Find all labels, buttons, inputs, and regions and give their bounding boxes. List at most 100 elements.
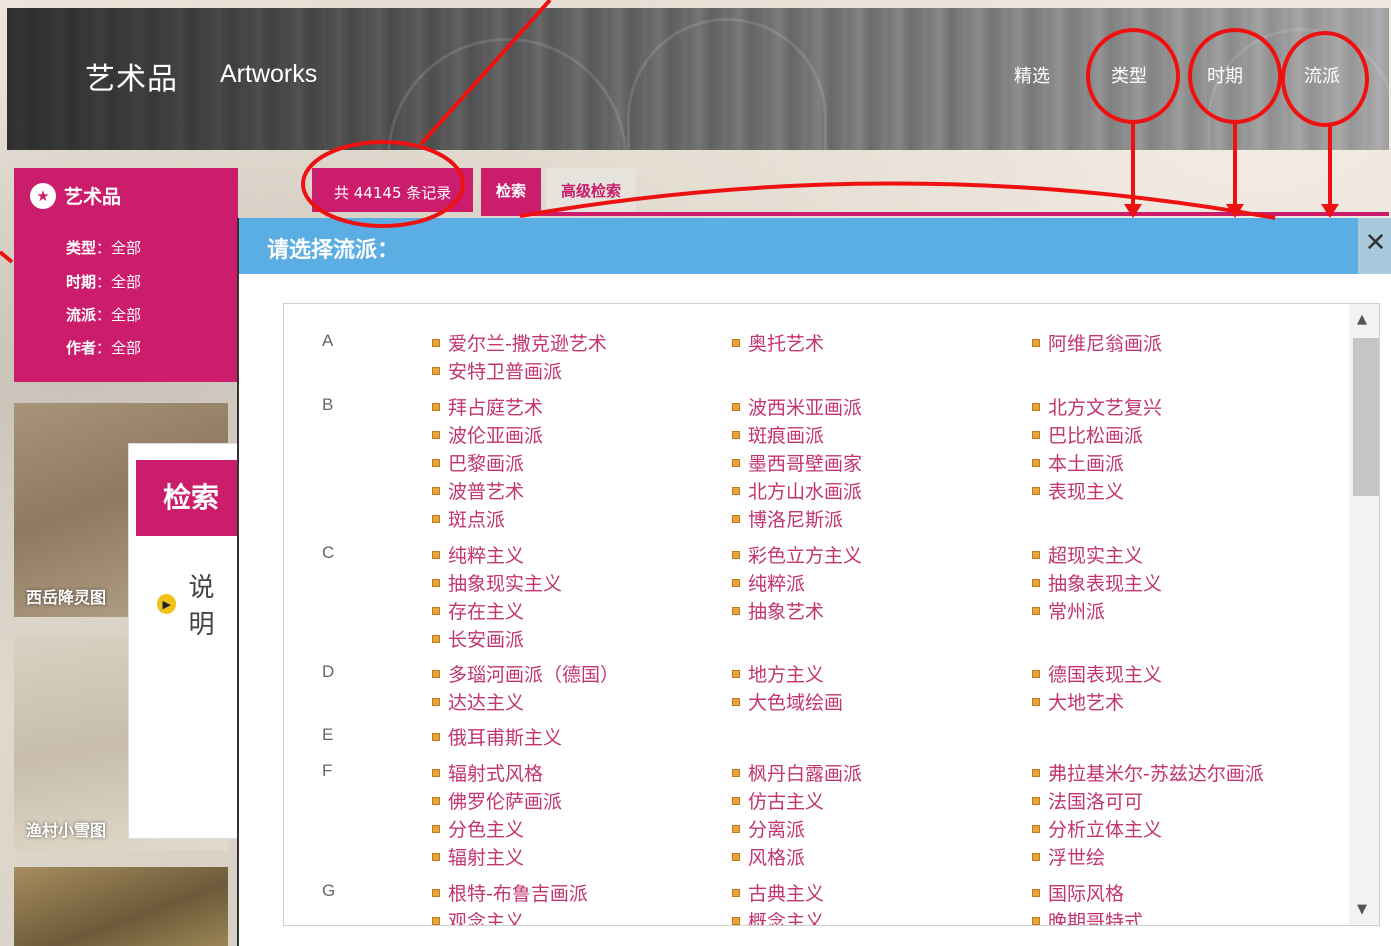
school-option[interactable]: 大色域绘画	[732, 688, 843, 715]
school-option[interactable]: 辐射主义	[432, 843, 524, 870]
school-option[interactable]: 波西米亚画派	[732, 393, 862, 420]
filter-label: 类型	[66, 239, 97, 257]
school-option[interactable]: 仿古主义	[732, 787, 824, 814]
group-letter: D	[322, 662, 335, 681]
school-option[interactable]: 晚期哥特式	[1032, 907, 1143, 925]
school-option[interactable]: 地方主义	[732, 660, 824, 687]
thumbnail-caption: 渔村小雪图	[26, 821, 107, 840]
school-option[interactable]: 观念主义	[432, 907, 524, 925]
nav-featured[interactable]: 精选	[1014, 62, 1050, 88]
filter-sidebar: ★ 艺术品 类型：全部 时期：全部 流派：全部 作者：全部	[14, 168, 238, 382]
school-option[interactable]: 斑点派	[432, 505, 505, 532]
filter-author[interactable]: 作者：全部	[66, 337, 141, 358]
filter-type[interactable]: 类型：全部	[66, 237, 141, 258]
scroll-thumb[interactable]	[1353, 338, 1379, 496]
school-option[interactable]: 抽象表现主义	[1032, 569, 1162, 596]
school-option[interactable]: 达达主义	[432, 688, 524, 715]
nav-type[interactable]: 类型	[1111, 62, 1147, 88]
school-option[interactable]: 表现主义	[1032, 477, 1124, 504]
school-option[interactable]: 巴比松画派	[1032, 421, 1143, 448]
scroll-down-icon[interactable]: ▼	[1357, 902, 1367, 917]
filter-value: 全部	[111, 339, 142, 357]
group-letter: A	[322, 331, 334, 350]
site-header: 艺术品 Artworks 精选 类型 时期 流派	[7, 8, 1389, 150]
record-count: 共 44145 条记录	[312, 168, 474, 212]
school-option[interactable]: 波伦亚画派	[432, 421, 543, 448]
school-option[interactable]: 辐射式风格	[432, 759, 543, 786]
school-option[interactable]: 本土画派	[1032, 449, 1124, 476]
search-panel-desc: ▶ 说明	[157, 567, 239, 641]
school-option[interactable]: 古典主义	[732, 879, 824, 906]
school-option[interactable]: 枫丹白露画派	[732, 759, 862, 786]
school-option[interactable]: 墨西哥壁画家	[732, 449, 862, 476]
tab-advanced-search[interactable]: 高级检索	[546, 168, 637, 214]
site-title-en: Artworks	[220, 60, 318, 88]
filter-label: 流派	[66, 306, 97, 324]
school-option[interactable]: 法国洛可可	[1032, 787, 1143, 814]
site-title: 艺术品	[85, 62, 178, 97]
school-option[interactable]: 安特卫普画派	[432, 357, 562, 384]
school-option[interactable]: 博洛尼斯派	[732, 505, 843, 532]
school-option[interactable]: 概念主义	[732, 907, 824, 925]
school-option[interactable]: 根特-布鲁吉画派	[432, 879, 588, 906]
filter-school[interactable]: 流派：全部	[66, 304, 141, 325]
filter-label: 作者	[66, 339, 97, 357]
school-option[interactable]: 北方山水画派	[732, 477, 862, 504]
school-option[interactable]: 国际风格	[1032, 879, 1124, 906]
tab-underline	[481, 212, 1389, 216]
school-option[interactable]: 抽象艺术	[732, 597, 824, 624]
school-option[interactable]: 超现实主义	[1032, 541, 1143, 568]
school-option[interactable]: 风格派	[732, 843, 805, 870]
group-letter: G	[322, 881, 336, 900]
school-option[interactable]: 大地艺术	[1032, 688, 1124, 715]
school-option[interactable]: 分离派	[732, 815, 805, 842]
scroll-up-icon[interactable]: ▲	[1357, 312, 1367, 327]
filter-value: 全部	[111, 306, 142, 324]
school-option[interactable]: 佛罗伦萨画派	[432, 787, 562, 814]
school-option[interactable]: 多瑙河画派（德国）	[432, 660, 619, 687]
school-option[interactable]: 纯粹派	[732, 569, 805, 596]
play-icon: ▶	[157, 594, 177, 614]
school-option[interactable]: 抽象现实主义	[432, 569, 562, 596]
thumbnail-caption: 西岳降灵图	[26, 588, 107, 607]
artwork-thumbnail[interactable]	[14, 867, 228, 946]
school-option[interactable]: 彩色立方主义	[732, 541, 862, 568]
school-option[interactable]: 波普艺术	[432, 477, 524, 504]
group-letter: E	[322, 725, 334, 744]
search-panel: 检索 ▶ 说明	[128, 443, 241, 839]
school-option[interactable]: 斑痕画派	[732, 421, 824, 448]
school-option[interactable]: 奥托艺术	[732, 329, 824, 356]
filter-label: 时期	[66, 273, 97, 291]
school-option[interactable]: 存在主义	[432, 597, 524, 624]
filter-period[interactable]: 时期：全部	[66, 271, 141, 292]
school-picker-modal: 请选择流派： ✕ A 爱尔兰-撒克逊艺术 奥托艺术 阿维尼翁画派安特卫普画派 B 拜占庭艺…	[237, 218, 1391, 946]
sidebar-title-label: 艺术品	[64, 186, 122, 208]
school-option[interactable]: 分析立体主义	[1032, 815, 1162, 842]
group-letter: F	[322, 761, 333, 780]
close-icon[interactable]: ✕	[1358, 218, 1391, 274]
group-letter: B	[322, 395, 334, 414]
school-option[interactable]: 北方文艺复兴	[1032, 393, 1162, 420]
school-option[interactable]: 德国表现主义	[1032, 660, 1162, 687]
school-option[interactable]: 拜占庭艺术	[432, 393, 543, 420]
modal-title: 请选择流派：	[239, 218, 1358, 274]
school-option[interactable]: 爱尔兰-撒克逊艺术	[432, 329, 607, 356]
header-decoration	[627, 18, 827, 150]
school-option[interactable]: 纯粹主义	[432, 541, 524, 568]
scrollbar[interactable]: ▲ ▼	[1349, 304, 1379, 925]
nav-school[interactable]: 流派	[1304, 62, 1340, 88]
school-option[interactable]: 俄耳甫斯主义	[432, 723, 562, 750]
school-option[interactable]: 分色主义	[432, 815, 524, 842]
school-option[interactable]: 浮世绘	[1032, 843, 1105, 870]
school-list[interactable]: A 爱尔兰-撒克逊艺术 奥托艺术 阿维尼翁画派 安特卫普画派 B 拜占庭艺术 波西米亚画派 北方…	[283, 303, 1380, 926]
tab-search[interactable]: 检索	[481, 168, 542, 214]
school-option[interactable]: 长安画派	[432, 625, 524, 652]
filter-value: 全部	[111, 239, 142, 257]
school-option[interactable]: 弗拉基米尔-苏兹达尔画派	[1032, 759, 1264, 786]
filter-value: 全部	[111, 273, 142, 291]
nav-period[interactable]: 时期	[1207, 62, 1243, 88]
search-panel-title: 检索	[136, 460, 241, 536]
school-option[interactable]: 阿维尼翁画派	[1032, 329, 1162, 356]
school-option[interactable]: 常州派	[1032, 597, 1105, 624]
school-option[interactable]: 巴黎画派	[432, 449, 524, 476]
